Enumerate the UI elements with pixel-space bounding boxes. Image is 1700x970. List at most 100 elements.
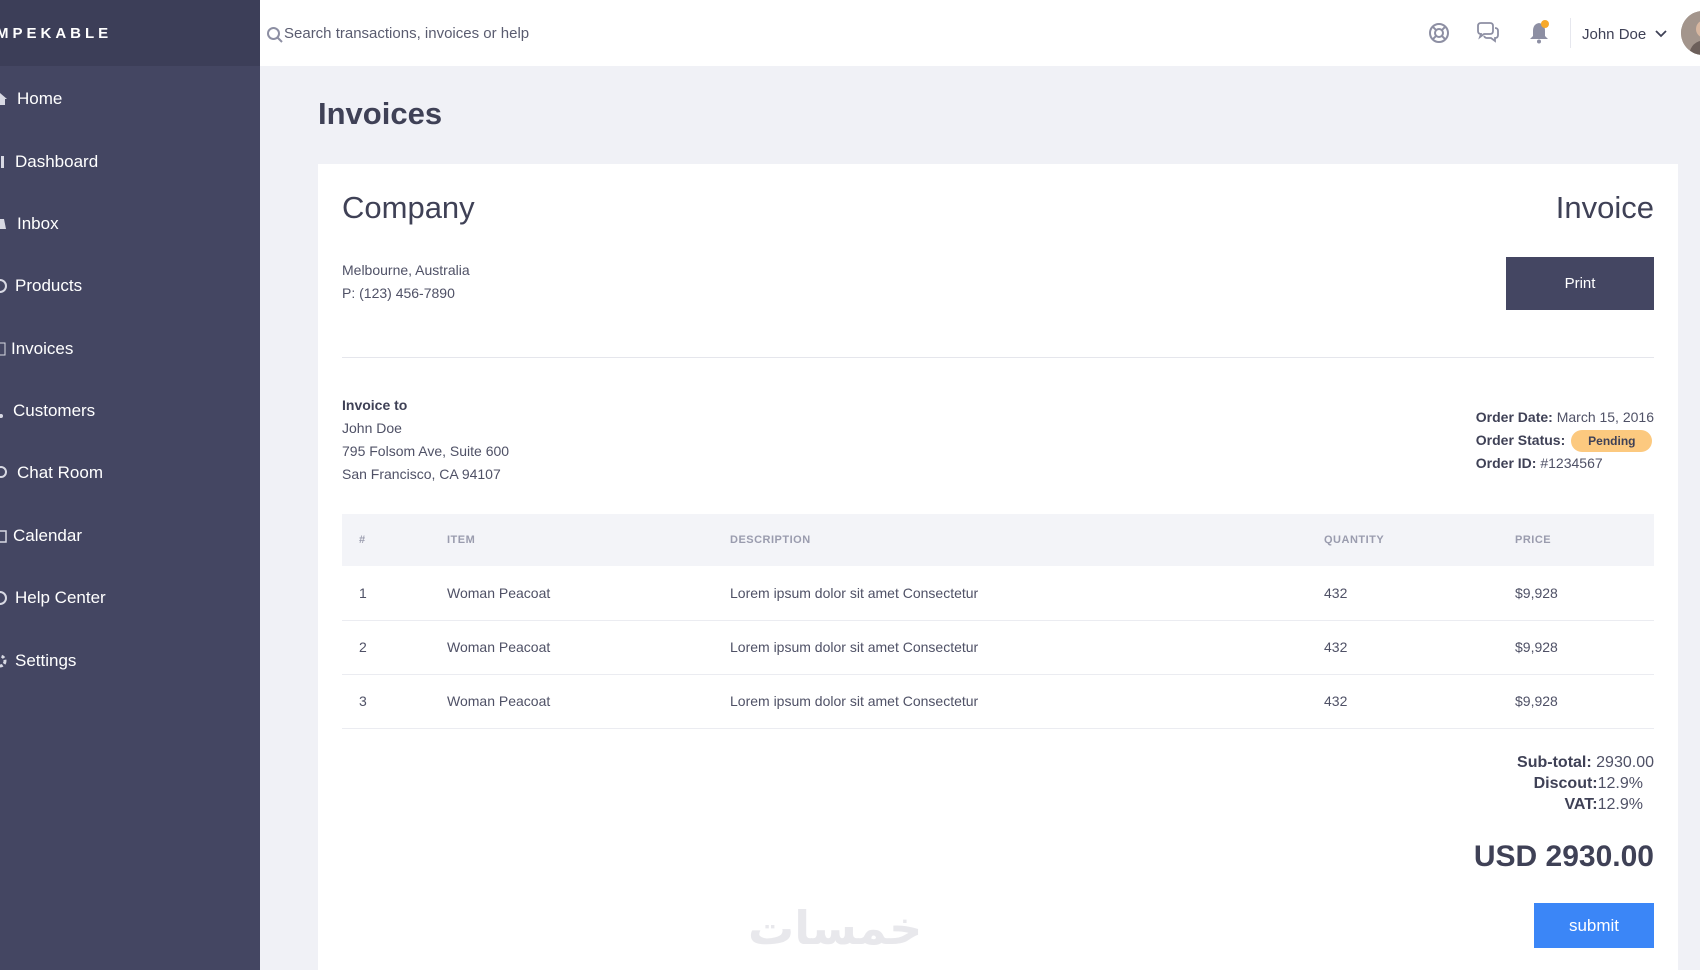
order-date-label: Order Date:	[1475, 409, 1553, 425]
row-number: 2	[342, 620, 447, 675]
order-meta: Order Date: March 15, 2016 Order Status:…	[1476, 406, 1654, 475]
print-button[interactable]: Print	[1506, 257, 1654, 310]
totals: Sub-total: 2930.00 Discout:12.9% VAT:12.…	[1517, 752, 1654, 815]
invoice-heading: Invoice	[1555, 190, 1654, 225]
discount-value: 12.9%	[1597, 775, 1643, 792]
sidebar-item-label: Calendar	[13, 526, 82, 545]
company-location: Melbourne, Australia	[342, 262, 470, 278]
topbar-divider	[1570, 18, 1571, 48]
topbar: John Doe	[260, 0, 1700, 66]
products-icon	[0, 279, 8, 293]
column-header-quantity: QUANTITY	[1324, 534, 1385, 546]
order-status-label: Order Status:	[1475, 432, 1566, 448]
page-title: Invoices	[318, 96, 443, 131]
support-icon[interactable]	[1426, 20, 1452, 46]
bill-to: Invoice to John Doe 795 Folsom Ave, Suit…	[342, 394, 509, 486]
brand-name: MPEKABLE	[0, 25, 113, 42]
subtotal-row: Sub-total: 2930.00	[1517, 752, 1654, 773]
sidebar-item-help-center[interactable]: Help Center	[0, 578, 260, 618]
help-icon	[0, 591, 8, 605]
avatar-image	[1681, 11, 1700, 55]
order-id: #1234567	[1540, 455, 1603, 472]
row-item: Woman Peacoat	[447, 566, 730, 621]
column-header-description: DESCRIPTION	[730, 534, 811, 546]
bell-button[interactable]	[1526, 20, 1552, 46]
sidebar-item-dashboard[interactable]: Dashboard	[0, 142, 260, 182]
row-price: $9,928	[1515, 674, 1654, 729]
discount-row: Discout:12.9%	[1517, 773, 1654, 794]
submit-button[interactable]: submit	[1534, 903, 1654, 948]
grand-total: USD 2930.00	[1473, 840, 1654, 873]
order-id-row: Order ID: #1234567	[1476, 452, 1654, 475]
sidebar-item-chat-room[interactable]: Chat Room	[0, 453, 260, 493]
sidebar-item-label: Products	[15, 276, 83, 295]
row-price: $9,928	[1515, 620, 1654, 675]
table-row: 3 Woman Peacoat Lorem ipsum dolor sit am…	[342, 674, 1654, 729]
sidebar-item-label: Chat Room	[17, 463, 103, 482]
row-description: Lorem ipsum dolor sit amet Consectetur	[730, 566, 1324, 621]
sidebar-item-settings[interactable]: Settings	[0, 641, 260, 681]
row-number: 3	[342, 674, 447, 729]
chat-bubbles-icon[interactable]	[1475, 20, 1501, 46]
sidebar-item-label: Inbox	[17, 214, 59, 233]
avatar[interactable]	[1681, 11, 1700, 55]
bill-to-city: San Francisco, CA 94107	[342, 466, 501, 482]
row-description: Lorem ipsum dolor sit amet Consectetur	[730, 620, 1324, 675]
vat-row: VAT:12.9%	[1517, 794, 1654, 815]
sidebar-item-label: Invoices	[11, 339, 74, 358]
sidebar: MPEKABLE Home Dashboard Inbox Products I…	[0, 0, 260, 970]
sidebar-item-label: Dashboard	[15, 152, 99, 171]
inbox-icon	[0, 217, 8, 231]
subtotal-label: Sub-total:	[1517, 754, 1592, 771]
notification-dot	[1541, 20, 1549, 28]
sidebar-item-home[interactable]: Home	[0, 79, 260, 119]
sidebar-item-products[interactable]: Products	[0, 266, 260, 306]
search-input[interactable]	[284, 18, 704, 48]
vat-label: VAT:	[1564, 796, 1598, 813]
chevron-down-icon	[1655, 30, 1667, 38]
row-quantity: 432	[1324, 620, 1515, 675]
chat-icon	[0, 466, 8, 480]
row-price: $9,928	[1515, 566, 1654, 621]
row-quantity: 432	[1324, 674, 1515, 729]
watermark-logo: خمسات	[748, 902, 923, 954]
sidebar-item-label: Settings	[15, 651, 77, 670]
company-address: Melbourne, Australia P: (123) 456-7890	[342, 259, 470, 305]
row-description: Lorem ipsum dolor sit amet Consectetur	[730, 674, 1324, 729]
vat-value: 12.9%	[1597, 796, 1643, 813]
bill-to-heading: Invoice to	[342, 397, 408, 413]
column-header-price: PRICE	[1515, 534, 1552, 546]
divider	[342, 357, 1654, 358]
sidebar-item-calendar[interactable]: Calendar	[0, 516, 260, 556]
row-number: 1	[342, 566, 447, 621]
row-item: Woman Peacoat	[447, 620, 730, 675]
user-menu[interactable]: John Doe	[1582, 22, 1667, 46]
invoice-items-table: # ITEM DESCRIPTION QUANTITY PRICE 1 Woma…	[342, 514, 1654, 729]
company-name: Company	[342, 190, 475, 225]
home-icon	[0, 92, 8, 106]
sidebar-item-label: Home	[17, 89, 63, 108]
search-icon[interactable]	[266, 26, 284, 44]
sidebar-item-inbox[interactable]: Inbox	[0, 204, 260, 244]
brand-logo[interactable]: MPEKABLE	[0, 0, 260, 66]
table-row: 1 Woman Peacoat Lorem ipsum dolor sit am…	[342, 566, 1654, 621]
bill-to-name: John Doe	[342, 420, 402, 436]
sidebar-item-invoices[interactable]: Invoices	[0, 329, 260, 369]
calendar-icon	[0, 529, 8, 543]
order-id-label: Order ID:	[1475, 455, 1537, 472]
order-date-row: Order Date: March 15, 2016	[1476, 406, 1654, 429]
gear-icon	[0, 654, 8, 668]
invoice-card: Company Invoice Melbourne, Australia P: …	[318, 164, 1678, 970]
column-header-number: #	[359, 534, 366, 546]
status-badge: Pending	[1571, 430, 1653, 453]
bill-to-street: 795 Folsom Ave, Suite 600	[342, 443, 510, 459]
user-name: John Doe	[1582, 25, 1647, 43]
dashboard-icon	[0, 155, 8, 169]
sidebar-item-customers[interactable]: Customers	[0, 391, 260, 431]
subtotal-value: 2930.00	[1596, 754, 1654, 771]
row-item: Woman Peacoat	[447, 674, 730, 729]
row-quantity: 432	[1324, 566, 1515, 621]
invoices-icon	[0, 342, 8, 356]
sidebar-item-label: Help Center	[15, 588, 106, 607]
discount-label: Discout:	[1533, 775, 1598, 792]
